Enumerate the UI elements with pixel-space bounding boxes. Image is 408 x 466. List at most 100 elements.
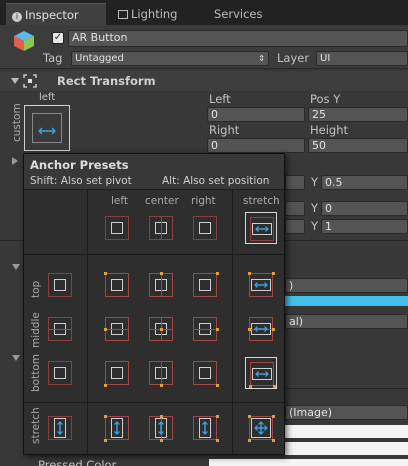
- anchor-dot: [272, 272, 275, 275]
- anchor-preset-none-center[interactable]: [145, 212, 177, 244]
- anchor-dot: [104, 272, 107, 275]
- collapse-arrow-icon[interactable]: [12, 264, 20, 270]
- anchor-preset-bottom-right[interactable]: [189, 357, 221, 389]
- center-guide: [161, 216, 162, 240]
- middle-guide: [193, 329, 217, 330]
- active-checkbox[interactable]: ✓: [52, 32, 64, 44]
- y1-label: Y: [311, 175, 319, 189]
- anchor-preset-top-left[interactable]: [101, 269, 133, 301]
- anchor-dot: [248, 272, 251, 275]
- anchor-dot: [272, 439, 275, 442]
- collapse-arrow-icon[interactable]: [11, 78, 19, 84]
- object-name-field[interactable]: AR Button: [68, 30, 408, 47]
- anchor-preset-stretch-stretch[interactable]: [245, 412, 277, 444]
- color-swatch[interactable]: [285, 296, 408, 306]
- image-dropdown[interactable]: (Image): [285, 405, 408, 420]
- anchor-rect: [199, 222, 211, 234]
- posy-field[interactable]: 25: [308, 107, 408, 122]
- anchor-rect: [199, 367, 211, 379]
- y2-field[interactable]: 0: [321, 201, 408, 216]
- anchor-preset-grid: [24, 154, 284, 454]
- anchor-h-label: left: [39, 92, 56, 103]
- component-dropdown-1[interactable]: ): [285, 278, 408, 293]
- anchor-preset-top-stretch[interactable]: [245, 269, 277, 301]
- anchor-preset-stretch-none[interactable]: [44, 412, 76, 444]
- pressed-color-swatch[interactable]: [209, 459, 408, 466]
- stretch-horizontal-icon: [254, 326, 268, 332]
- tab-bar: i Inspector Lighting Services: [0, 0, 408, 25]
- anchor-preset-none-right[interactable]: [189, 212, 221, 244]
- rect-transform-icon: [23, 74, 37, 88]
- tab-inspector[interactable]: i Inspector: [6, 3, 106, 25]
- anchor-dot: [216, 439, 219, 442]
- gameobject-icon: [13, 30, 35, 52]
- y3-label: Y: [311, 219, 319, 233]
- anchor-preset-stretch-right[interactable]: [189, 412, 221, 444]
- tab-lighting[interactable]: Lighting: [112, 3, 183, 25]
- anchor-dot: [216, 328, 219, 331]
- anchor-dot: [248, 415, 251, 418]
- layer-dropdown[interactable]: UI: [316, 51, 408, 66]
- right-field[interactable]: 0: [207, 138, 305, 153]
- anchor-preset-middle-left[interactable]: [101, 313, 133, 345]
- x1-field[interactable]: [285, 175, 305, 190]
- tab-services[interactable]: Services: [208, 3, 269, 25]
- expand-arrow-icon[interactable]: [12, 157, 18, 165]
- lighting-icon: [118, 10, 128, 19]
- anchor-rect: [54, 279, 66, 291]
- height-field[interactable]: 50: [308, 138, 408, 153]
- anchor-dot: [160, 384, 163, 387]
- stretch-vertical-icon: [202, 421, 208, 435]
- y1-field[interactable]: 0.5: [321, 175, 408, 190]
- anchor-dot: [248, 439, 251, 442]
- right-label: Right: [209, 123, 240, 137]
- anchor-dot: [216, 415, 219, 418]
- posy-label: Pos Y: [310, 92, 341, 106]
- anchor-preset-none-none[interactable]: [44, 212, 76, 244]
- anchor-dot: [104, 384, 107, 387]
- anchor-v-label: custom: [11, 103, 23, 142]
- layer-label: Layer: [277, 51, 310, 65]
- anchor-preset-middle-center[interactable]: [145, 313, 177, 345]
- stretch-horizontal-icon: [254, 282, 268, 288]
- left-field[interactable]: 0: [207, 107, 305, 122]
- anchor-rect: [111, 222, 123, 234]
- anchor-preset-bottom-stretch[interactable]: [245, 357, 277, 389]
- anchor-dot: [160, 415, 163, 418]
- anchor-preset-bottom-center[interactable]: [145, 357, 177, 389]
- anchor-rect: [111, 279, 123, 291]
- anchor-preset-stretch-center[interactable]: [145, 412, 177, 444]
- normal-color-swatch[interactable]: [285, 425, 408, 438]
- component-dropdown-2[interactable]: al): [285, 314, 408, 329]
- anchor-preset-middle-stretch[interactable]: [245, 313, 277, 345]
- x3-field[interactable]: [285, 219, 305, 234]
- anchor-dot: [160, 272, 163, 275]
- pressed-color-label: Pressed Color: [38, 458, 117, 466]
- anchor-dot: [104, 439, 107, 442]
- stretch-horizontal-icon: [255, 226, 269, 232]
- collapse-arrow-icon[interactable]: [12, 355, 20, 361]
- anchor-preset-top-right[interactable]: [189, 269, 221, 301]
- anchor-dot: [104, 415, 107, 418]
- y3-field[interactable]: 1: [321, 219, 408, 234]
- anchor-dot: [160, 328, 163, 331]
- anchor-preset-middle-none[interactable]: [44, 313, 76, 345]
- tag-label: Tag: [43, 51, 63, 65]
- x2-field[interactable]: [285, 201, 305, 216]
- anchor-stretch-icon: [38, 125, 56, 135]
- highlighted-color-swatch[interactable]: [285, 442, 408, 455]
- anchor-dot: [104, 328, 107, 331]
- anchor-preset-bottom-none[interactable]: [44, 357, 76, 389]
- tag-dropdown[interactable]: Untagged ⇕: [71, 51, 269, 66]
- anchor-preset-none-stretch[interactable]: [245, 212, 277, 244]
- anchor-dot: [216, 384, 219, 387]
- anchor-preset-top-center[interactable]: [145, 269, 177, 301]
- anchor-preset-button[interactable]: [24, 105, 70, 151]
- anchor-preset-none-left[interactable]: [101, 212, 133, 244]
- anchor-preset-stretch-left[interactable]: [101, 412, 133, 444]
- anchor-dot: [216, 272, 219, 275]
- anchor-preset-bottom-left[interactable]: [101, 357, 133, 389]
- stretch-vertical-icon: [158, 421, 164, 435]
- anchor-preset-middle-right[interactable]: [189, 313, 221, 345]
- anchor-preset-top-none[interactable]: [44, 269, 76, 301]
